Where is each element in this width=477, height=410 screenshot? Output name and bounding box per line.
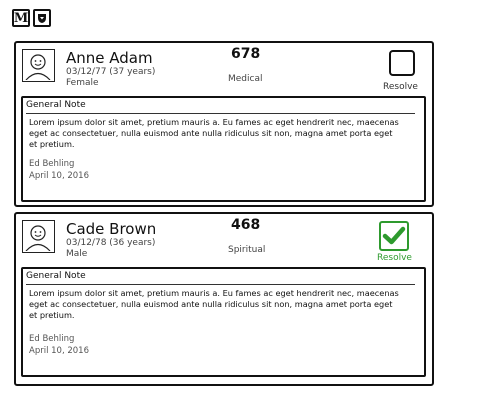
note-author: Ed Behling — [29, 159, 75, 169]
m-logo-icon[interactable]: M — [12, 9, 30, 27]
m-logo-label: M — [13, 10, 29, 26]
note-author: Ed Behling — [29, 334, 75, 344]
avatar-icon — [22, 220, 55, 253]
note-title: General Note — [26, 100, 86, 110]
patient-card: Anne Adam 03/12/77 (37 years) Female 678… — [14, 41, 434, 207]
general-note: General Note Lorem ipsum dolor sit amet,… — [21, 96, 426, 202]
patient-dob: 03/12/78 (36 years) — [66, 238, 156, 248]
resolve-label[interactable]: Resolve — [383, 82, 418, 92]
patient-category: Spiritual — [228, 245, 266, 255]
patient-score: 678 — [231, 46, 261, 62]
avatar-icon — [22, 49, 55, 82]
note-date: April 10, 2016 — [29, 346, 89, 356]
patient-name: Cade Brown — [66, 220, 157, 238]
patient-category: Medical — [228, 74, 263, 84]
resolve-checkbox[interactable] — [389, 50, 415, 76]
note-date: April 10, 2016 — [29, 171, 89, 181]
resolve-checkbox-checked[interactable] — [379, 221, 409, 251]
note-body: Lorem ipsum dolor sit amet, pretium maur… — [29, 288, 399, 320]
patient-score: 468 — [231, 217, 261, 233]
note-title: General Note — [26, 271, 86, 281]
patient-card: Cade Brown 03/12/78 (36 years) Male 468 … — [14, 212, 434, 386]
checkmark-icon — [382, 226, 406, 245]
patient-dob: 03/12/77 (37 years) — [66, 67, 156, 77]
note-divider — [26, 113, 415, 114]
general-note: General Note Lorem ipsum dolor sit amet,… — [21, 267, 426, 377]
note-divider — [26, 284, 415, 285]
patient-gender: Male — [66, 249, 88, 259]
shield-down-icon[interactable] — [33, 9, 51, 27]
patient-name: Anne Adam — [66, 49, 153, 67]
patient-gender: Female — [66, 78, 99, 88]
note-body: Lorem ipsum dolor sit amet, pretium maur… — [29, 117, 399, 149]
resolve-label[interactable]: Resolve — [377, 253, 412, 263]
